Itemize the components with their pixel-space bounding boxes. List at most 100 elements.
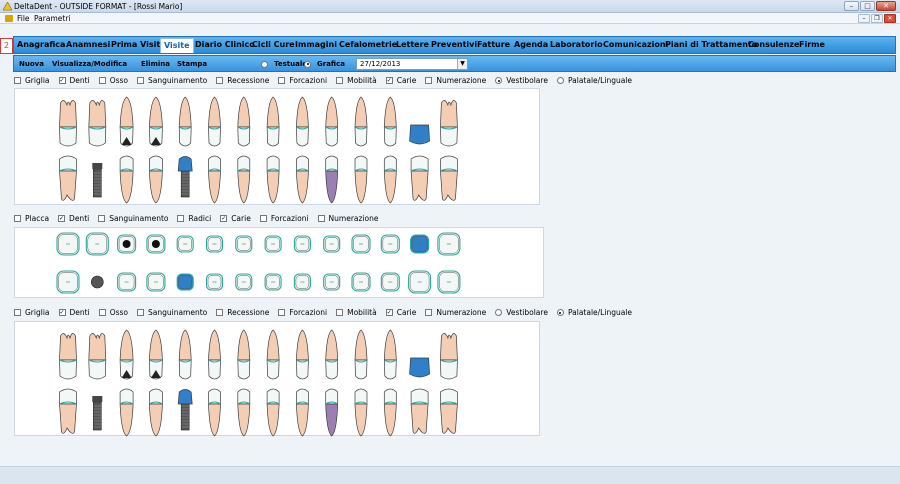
- checkbox-griglia[interactable]: Griglia: [14, 308, 50, 317]
- mdi-minimize-button[interactable]: –: [858, 14, 870, 23]
- tooth-upper-molar[interactable]: [88, 333, 107, 380]
- tab-agenda[interactable]: Agenda: [514, 37, 548, 53]
- checkbox-sanguinamento[interactable]: Sanguinamento: [98, 214, 168, 223]
- tooth-lower-incisor-purple[interactable]: [325, 155, 339, 204]
- tab-immagini[interactable]: Immagini: [295, 37, 337, 53]
- maximize-button[interactable]: □: [860, 1, 875, 11]
- tooth-occlusal-small[interactable]: [205, 235, 224, 253]
- side-tab-number[interactable]: 2: [0, 38, 13, 54]
- tooth-occlusal-small[interactable]: [235, 235, 253, 253]
- tooth-upper-molar[interactable]: [440, 100, 458, 147]
- tab-preventivi[interactable]: Preventivi: [431, 37, 477, 53]
- delete-button[interactable]: Elimina: [141, 56, 170, 72]
- menu-parametri[interactable]: Parametri: [34, 13, 71, 24]
- tooth-occlusal-small[interactable]: [293, 273, 311, 291]
- tooth-lower-incisor[interactable]: [237, 155, 251, 204]
- tab-cefalometrie[interactable]: Cefalometrie: [339, 37, 397, 53]
- tooth-upper-incisor[interactable]: [208, 96, 221, 147]
- tooth-upper-incisor[interactable]: [354, 96, 368, 147]
- tooth-occlusal-round[interactable]: [351, 234, 371, 254]
- tab-firme[interactable]: Firme: [799, 37, 825, 53]
- tooth-occlusal-round[interactable]: [117, 272, 137, 292]
- tab-piani-di-trattamento[interactable]: Piani di Trattamento: [665, 37, 757, 53]
- tooth-lower-implant[interactable]: [92, 163, 103, 198]
- radio-palatale-linguale[interactable]: Palatale/Linguale: [556, 76, 632, 85]
- checkbox-sanguinamento[interactable]: Sanguinamento: [137, 308, 207, 317]
- tooth-upper-molar[interactable]: [59, 333, 77, 380]
- tooth-lower-premolar[interactable]: [119, 388, 134, 437]
- tab-fatture[interactable]: Fatture: [477, 37, 510, 53]
- tooth-occlusal-grey-dot[interactable]: [91, 275, 104, 289]
- tooth-lower-incisor[interactable]: [266, 388, 280, 437]
- tooth-occlusal-small[interactable]: [293, 235, 311, 253]
- tooth-occlusal-small[interactable]: [235, 273, 253, 291]
- tooth-upper-incisor[interactable]: [208, 329, 221, 380]
- checkbox-placca[interactable]: Placca: [14, 214, 49, 223]
- tooth-upper-incisor[interactable]: [178, 329, 192, 380]
- tooth-upper-premolar-dark[interactable]: [119, 96, 134, 147]
- tooth-occlusal-molar[interactable]: [56, 232, 80, 256]
- tooth-occlusal-small[interactable]: [205, 273, 224, 291]
- tooth-lower-incisor[interactable]: [383, 155, 397, 204]
- tooth-occlusal-dark-center[interactable]: [117, 234, 137, 254]
- tooth-upper-incisor[interactable]: [383, 96, 397, 147]
- tooth-lower-incisor[interactable]: [208, 155, 221, 204]
- tooth-lower-incisor-purple[interactable]: [325, 388, 339, 437]
- tab-prima-visita[interactable]: Prima Visita: [111, 37, 166, 53]
- tooth-upper-incisor[interactable]: [266, 96, 280, 147]
- tooth-lower-incisor[interactable]: [354, 388, 368, 437]
- tooth-lower-incisor[interactable]: [354, 155, 368, 204]
- checkbox-carie[interactable]: ✓ Carie: [220, 214, 251, 223]
- tooth-lower-molar[interactable]: [59, 388, 77, 434]
- print-button[interactable]: Stampa: [177, 56, 207, 72]
- tab-cicli-cure[interactable]: Cicli Cure: [252, 37, 295, 53]
- tooth-lower-molar[interactable]: [440, 155, 458, 201]
- tab-laboratorio[interactable]: Laboratorio: [550, 37, 603, 53]
- checkbox-recessione[interactable]: Recessione: [216, 308, 269, 317]
- tooth-upper-incisor[interactable]: [237, 329, 251, 380]
- tooth-occlusal-blue-small[interactable]: [176, 273, 194, 291]
- tooth-occlusal-small[interactable]: [264, 273, 282, 291]
- checkbox-recessione[interactable]: Recessione: [216, 76, 269, 85]
- checkbox-mobilit-[interactable]: Mobilità: [336, 308, 377, 317]
- tooth-upper-crown-caries[interactable]: [409, 357, 430, 378]
- tooth-lower-implant[interactable]: [92, 396, 103, 431]
- tooth-occlusal-molar[interactable]: [437, 232, 461, 256]
- mdi-restore-button[interactable]: ❐: [871, 14, 883, 23]
- minimize-button[interactable]: –: [844, 1, 859, 11]
- checkbox-forcazioni[interactable]: Forcazioni: [278, 308, 327, 317]
- tooth-occlusal-round[interactable]: [351, 272, 371, 292]
- checkbox-numerazione[interactable]: Numerazione: [317, 214, 379, 223]
- radio-vestibolare[interactable]: Vestibolare: [495, 76, 548, 85]
- tooth-occlusal-molar[interactable]: [408, 270, 432, 294]
- tooth-upper-incisor[interactable]: [237, 96, 251, 147]
- tooth-occlusal-round[interactable]: [380, 272, 400, 292]
- tooth-occlusal-small[interactable]: [323, 235, 341, 253]
- mdi-close-button[interactable]: ✕: [884, 14, 896, 23]
- view-mode-grafica[interactable]: Grafica: [304, 60, 345, 68]
- tooth-upper-incisor[interactable]: [325, 329, 339, 380]
- tooth-occlusal-round[interactable]: [146, 272, 166, 292]
- tooth-lower-implant-caries[interactable]: [177, 156, 193, 198]
- tooth-lower-incisor[interactable]: [296, 155, 309, 204]
- visit-date-select[interactable]: 27/12/2013 ▼: [356, 58, 468, 70]
- checkbox-denti[interactable]: ✓ Denti: [58, 76, 90, 85]
- tooth-upper-premolar-dark[interactable]: [149, 96, 163, 147]
- tooth-upper-incisor[interactable]: [266, 329, 280, 380]
- tab-comunicazioni[interactable]: Comunicazioni: [603, 37, 668, 53]
- tooth-upper-incisor[interactable]: [383, 329, 397, 380]
- checkbox-radici[interactable]: Radici: [177, 214, 211, 223]
- tooth-occlusal-dark-center[interactable]: [146, 234, 166, 254]
- tooth-upper-incisor[interactable]: [296, 329, 309, 380]
- tooth-lower-incisor[interactable]: [237, 388, 251, 437]
- tooth-occlusal-blue[interactable]: [410, 234, 430, 254]
- tooth-occlusal-molar[interactable]: [437, 270, 461, 294]
- tooth-upper-premolar-dark[interactable]: [149, 329, 163, 380]
- tooth-lower-premolar[interactable]: [119, 155, 134, 204]
- tooth-upper-incisor[interactable]: [325, 96, 339, 147]
- checkbox-denti[interactable]: ✓ Denti: [58, 214, 89, 223]
- radio-vestibolare[interactable]: Vestibolare: [495, 308, 548, 317]
- tooth-occlusal-molar[interactable]: [85, 232, 109, 256]
- close-button[interactable]: ✕: [876, 1, 896, 11]
- tab-anagrafica[interactable]: Anagrafica: [17, 37, 65, 53]
